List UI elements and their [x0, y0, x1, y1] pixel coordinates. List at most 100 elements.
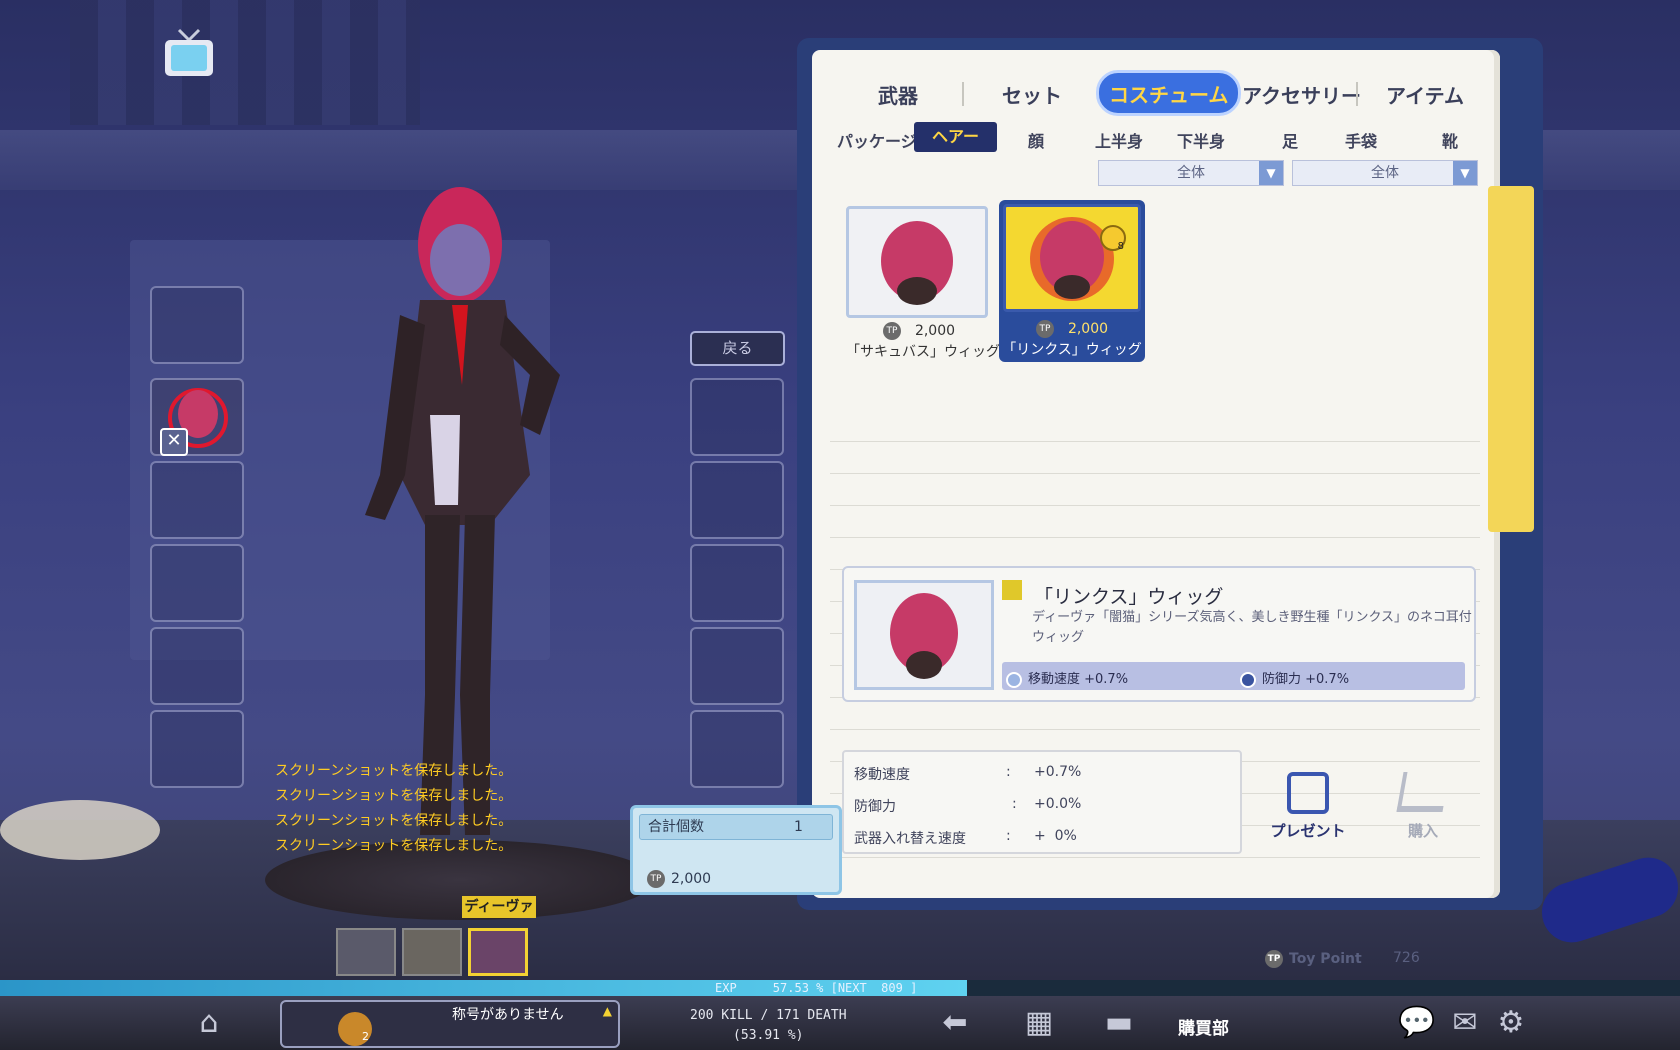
tape-roll: [0, 800, 160, 860]
summary-value: +0.0%: [1034, 796, 1082, 812]
back-arrow-icon[interactable]: ⬅: [934, 1004, 976, 1042]
accessory-slot[interactable]: [690, 461, 784, 539]
tab-separator: [1356, 82, 1358, 106]
tab-separator: [962, 82, 964, 106]
category-tabs: 武器 セット コスチューム アクセサリー アイテム: [850, 70, 1470, 120]
filter-value: 全体: [1371, 165, 1399, 181]
folder-icon[interactable]: ▬: [1098, 1004, 1140, 1042]
buy-button[interactable]: 購入: [1388, 772, 1458, 841]
calendar-icon[interactable]: ▦: [1018, 1004, 1060, 1042]
wig-icon: [890, 593, 958, 679]
character-portrait-selected[interactable]: [468, 928, 528, 976]
equip-slot[interactable]: [150, 461, 244, 539]
total-count: 1: [794, 819, 803, 835]
filter-dropdown-2[interactable]: 全体 ▼: [1292, 160, 1478, 186]
subtab-package[interactable]: パッケージ: [837, 128, 917, 152]
character-portrait[interactable]: [402, 928, 462, 976]
summary-label: 武器入れ替え速度: [854, 831, 966, 847]
filter-dropdown-1[interactable]: 全体 ▼: [1098, 160, 1284, 186]
kill-death-stats: 200 KILL / 171 DEATH (53.91 %): [690, 1008, 847, 1043]
scroll-bookmark[interactable]: [1488, 186, 1534, 532]
subtab-hair[interactable]: ヘアー: [914, 122, 998, 152]
summary-colon: :: [1012, 796, 1017, 812]
subtab-feet[interactable]: 足: [1282, 128, 1298, 152]
toy-point-value: 726: [1393, 950, 1420, 966]
equip-slot[interactable]: [150, 710, 244, 788]
cart-icon: [1396, 772, 1450, 812]
item-name: 「サキュバス」ウィッグ: [846, 344, 1000, 360]
equip-slot-hair[interactable]: ✕: [150, 378, 244, 456]
summary-label: 移動速度: [854, 767, 910, 783]
system-message: スクリーンショットを保存しました。: [275, 763, 513, 779]
detail-title: 「リンクス」ウィッグ: [1034, 586, 1224, 608]
chevron-up-icon: ▲: [602, 1004, 612, 1018]
summary-colon: :: [1006, 828, 1011, 844]
detail-description: ディーヴァ「闇猫」シリーズ気高く、美しき野生種「リンクス」のネコ耳付ウィッグ: [1032, 610, 1472, 645]
tv-icon[interactable]: [163, 28, 215, 78]
item-card[interactable]: TP 2,000 「サキュバス」ウィッグ: [846, 206, 1000, 360]
accessory-slot[interactable]: [690, 378, 784, 456]
wig-icon: [1030, 217, 1114, 301]
rarity-icon: [1002, 580, 1022, 600]
character-name-tag: ディーヴァ: [462, 896, 536, 918]
subtab-shoes[interactable]: 靴: [1442, 128, 1458, 152]
summary-colon: :: [1006, 764, 1011, 780]
remove-icon[interactable]: ✕: [160, 428, 188, 456]
item-price: TP 2,000: [999, 320, 1145, 338]
bookshelf: [70, 0, 420, 125]
tab-costume[interactable]: コスチューム: [1096, 70, 1242, 116]
tab-accessory[interactable]: アクセサリー: [1242, 80, 1361, 109]
total-count-row: 合計個数 1: [639, 814, 833, 840]
system-message: スクリーンショットを保存しました。: [275, 838, 513, 854]
subtab-face[interactable]: 顔: [1028, 128, 1044, 152]
title-selector[interactable]: 2 称号がありません ▲: [280, 1000, 620, 1048]
back-button[interactable]: 戻る: [690, 331, 785, 366]
tp-coin-icon: TP: [882, 322, 901, 340]
item-name: 「リンクス」ウィッグ: [1002, 342, 1142, 358]
defense-icon: [1240, 671, 1256, 688]
title-count: 2: [362, 1030, 369, 1043]
chat-icon[interactable]: 💬: [1396, 1004, 1438, 1042]
item-image: 8: [1003, 204, 1141, 312]
gear-icon[interactable]: ⚙: [1490, 1004, 1532, 1042]
summary-label: 防御力: [854, 799, 896, 815]
accessory-slot[interactable]: [690, 627, 784, 705]
mail-icon[interactable]: ✉: [1444, 1004, 1486, 1042]
exp-text: EXP 57.53 % [NEXT 809 ]: [715, 981, 918, 995]
equip-slot[interactable]: [150, 286, 244, 364]
item-card-selected[interactable]: 8 TP 2,000 「リンクス」ウィッグ: [999, 200, 1145, 362]
tp-coin-icon: TP: [1035, 320, 1054, 338]
chevron-down-icon: ▼: [1453, 161, 1477, 185]
equip-slot[interactable]: [150, 544, 244, 622]
home-icon[interactable]: ⌂: [188, 1004, 230, 1042]
shop-button[interactable]: 購買部: [1178, 1014, 1229, 1039]
item-price: TP 2,000: [846, 322, 992, 340]
tab-weapons[interactable]: 武器: [878, 80, 918, 109]
detail-stat-bar: 移動速度 +0.7% 防御力 +0.7%: [1002, 662, 1465, 690]
tab-set[interactable]: セット: [1002, 80, 1062, 109]
costume-subtabs: パッケージ ヘアー 顔 上半身 下半身 足 手袋 靴: [835, 122, 1485, 154]
title-text: 称号がありません: [452, 1007, 564, 1023]
tp-coin-icon: TP: [647, 870, 665, 888]
wig-icon: [881, 221, 953, 305]
total-popup: 合計個数 1 TP 2,000: [630, 805, 842, 895]
subtab-upper-body[interactable]: 上半身: [1095, 128, 1143, 152]
system-message: スクリーンショットを保存しました。: [275, 813, 513, 829]
stat-defense: 防御力 +0.7%: [1240, 668, 1349, 688]
detail-image: [854, 580, 994, 690]
present-button[interactable]: プレゼント: [1268, 772, 1348, 841]
tab-item[interactable]: アイテム: [1386, 80, 1464, 109]
equip-slot[interactable]: [150, 627, 244, 705]
move-speed-icon: [1006, 671, 1022, 688]
toy-point-label: TP Toy Point: [1265, 950, 1362, 968]
accessory-slot[interactable]: [690, 710, 784, 788]
total-price: TP 2,000: [647, 870, 711, 888]
character-portrait[interactable]: [336, 928, 396, 976]
subtab-gloves[interactable]: 手袋: [1345, 128, 1377, 152]
gift-icon: [1287, 772, 1329, 814]
item-image: [846, 206, 988, 318]
tp-coin-icon: TP: [1265, 950, 1283, 968]
item-detail-panel: 「リンクス」ウィッグ ディーヴァ「闇猫」シリーズ気高く、美しき野生種「リンクス」…: [842, 566, 1476, 702]
accessory-slot[interactable]: [690, 544, 784, 622]
subtab-lower-body[interactable]: 下半身: [1177, 128, 1225, 152]
